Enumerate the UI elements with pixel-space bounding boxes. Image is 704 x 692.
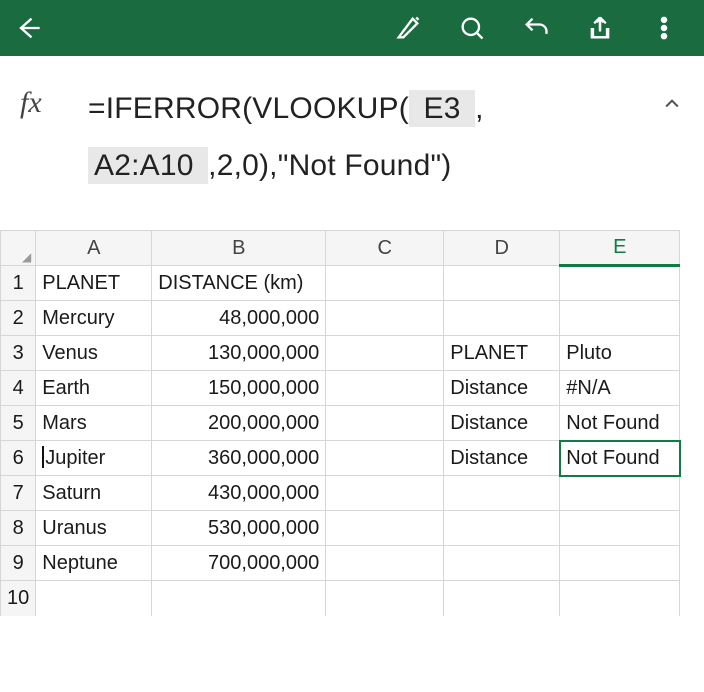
cell[interactable]: [560, 476, 680, 511]
cell[interactable]: Pluto: [560, 336, 680, 371]
cell[interactable]: [326, 546, 444, 581]
cell[interactable]: [444, 581, 560, 616]
cell[interactable]: 430,000,000: [152, 476, 326, 511]
back-icon[interactable]: [8, 8, 48, 48]
row-header[interactable]: 1: [1, 266, 36, 301]
cell[interactable]: [326, 581, 444, 616]
spreadsheet-grid[interactable]: A B C D E 1 PLANET DISTANCE (km) 2 Mercu…: [0, 230, 680, 616]
cell[interactable]: [326, 266, 444, 301]
cell[interactable]: Uranus: [36, 511, 152, 546]
row-header[interactable]: 8: [1, 511, 36, 546]
cell[interactable]: Mercury: [36, 301, 152, 336]
cell[interactable]: [444, 301, 560, 336]
search-icon[interactable]: [452, 8, 492, 48]
formula-ref-e3: E3: [409, 90, 475, 127]
cell[interactable]: 360,000,000: [152, 441, 326, 476]
cell[interactable]: [444, 546, 560, 581]
cell[interactable]: 48,000,000: [152, 301, 326, 336]
cell[interactable]: 150,000,000: [152, 371, 326, 406]
cell[interactable]: Saturn: [36, 476, 152, 511]
cell[interactable]: [560, 301, 680, 336]
cell[interactable]: #N/A: [560, 371, 680, 406]
cell[interactable]: [326, 406, 444, 441]
cell[interactable]: [36, 581, 152, 616]
cell[interactable]: [326, 511, 444, 546]
col-header-c[interactable]: C: [326, 231, 444, 266]
cell[interactable]: PLANET: [36, 266, 152, 301]
select-all-corner[interactable]: [1, 231, 36, 266]
cell[interactable]: [152, 581, 326, 616]
cell[interactable]: 130,000,000: [152, 336, 326, 371]
share-icon[interactable]: [580, 8, 620, 48]
cell[interactable]: [326, 371, 444, 406]
cell[interactable]: Not Found: [560, 406, 680, 441]
cell[interactable]: 200,000,000: [152, 406, 326, 441]
cell[interactable]: [560, 266, 680, 301]
cell[interactable]: Neptune: [36, 546, 152, 581]
row-header[interactable]: 10: [1, 581, 36, 616]
formula-text: ,: [475, 92, 484, 125]
cell[interactable]: [444, 266, 560, 301]
cell[interactable]: [326, 301, 444, 336]
undo-icon[interactable]: [516, 8, 556, 48]
cell-selected[interactable]: Not Found: [560, 441, 680, 476]
row-header[interactable]: 2: [1, 301, 36, 336]
cell[interactable]: [326, 336, 444, 371]
row-header[interactable]: 3: [1, 336, 36, 371]
formula-text: =IFERROR(VLOOKUP(: [88, 92, 409, 125]
formula-ref-a2a10: A2:A10: [88, 147, 208, 184]
cell[interactable]: Jupiter: [36, 441, 152, 476]
row-header[interactable]: 6: [1, 441, 36, 476]
cell[interactable]: Distance: [444, 371, 560, 406]
cell[interactable]: 530,000,000: [152, 511, 326, 546]
cell[interactable]: DISTANCE (km): [152, 266, 326, 301]
collapse-icon[interactable]: [656, 80, 688, 114]
cell[interactable]: Earth: [36, 371, 152, 406]
toolbar: [0, 0, 704, 56]
formula-text: ,2,0),"Not Found"): [208, 149, 451, 182]
more-icon[interactable]: [644, 8, 684, 48]
cell[interactable]: PLANET: [444, 336, 560, 371]
col-header-e[interactable]: E: [560, 231, 680, 266]
cell[interactable]: [560, 581, 680, 616]
cell-text: Jupiter: [45, 447, 105, 469]
pen-icon[interactable]: [388, 8, 428, 48]
cell[interactable]: Mars: [36, 406, 152, 441]
cell[interactable]: Venus: [36, 336, 152, 371]
formula-bar: fx =IFERROR(VLOOKUP( E3 , A2:A10 ,2,0),"…: [0, 56, 704, 230]
row-header[interactable]: 9: [1, 546, 36, 581]
col-header-b[interactable]: B: [152, 231, 326, 266]
col-header-a[interactable]: A: [36, 231, 152, 266]
cell[interactable]: 700,000,000: [152, 546, 326, 581]
cell[interactable]: Distance: [444, 441, 560, 476]
cell[interactable]: [444, 476, 560, 511]
cell[interactable]: [560, 546, 680, 581]
text-cursor: [42, 446, 44, 468]
formula-input[interactable]: =IFERROR(VLOOKUP( E3 , A2:A10 ,2,0),"Not…: [88, 80, 656, 194]
row-header[interactable]: 4: [1, 371, 36, 406]
col-header-d[interactable]: D: [444, 231, 560, 266]
cell[interactable]: [560, 511, 680, 546]
row-header[interactable]: 5: [1, 406, 36, 441]
cell[interactable]: Distance: [444, 406, 560, 441]
row-header[interactable]: 7: [1, 476, 36, 511]
cell[interactable]: [326, 441, 444, 476]
fx-label: fx: [20, 80, 88, 120]
cell[interactable]: [326, 476, 444, 511]
cell[interactable]: [444, 511, 560, 546]
